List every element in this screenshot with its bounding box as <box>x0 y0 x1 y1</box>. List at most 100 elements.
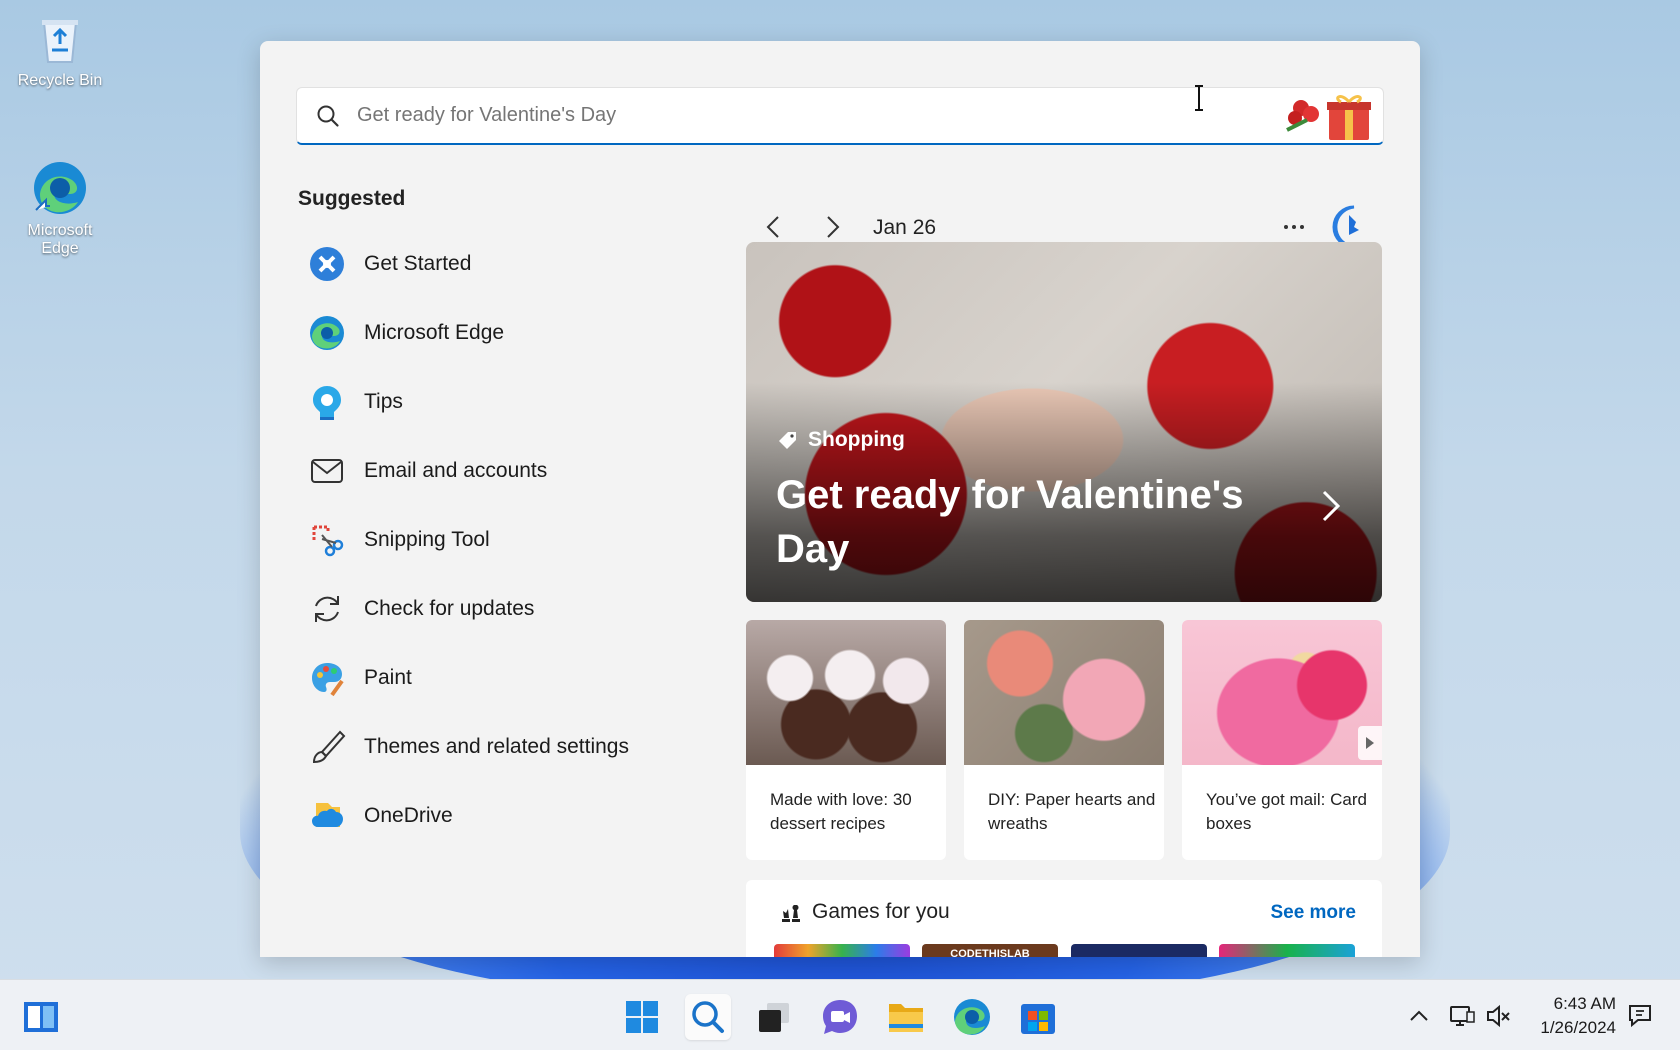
desktop-icon-recycle-bin[interactable]: Recycle Bin <box>10 10 110 90</box>
file-explorer-button[interactable] <box>883 994 929 1040</box>
chat-button[interactable] <box>817 994 863 1040</box>
card-paper-hearts[interactable]: DIY: Paper hearts and wreaths <box>964 620 1164 860</box>
scroll-right-button[interactable] <box>1358 726 1382 760</box>
games-title: Games for you <box>812 900 950 923</box>
tips-icon <box>308 383 346 421</box>
suggested-item-themes-and-related-settings[interactable]: Themes and related settings <box>308 712 688 781</box>
brush-icon <box>308 728 346 766</box>
card-card-boxes[interactable]: You’ve got mail: Card boxes <box>1182 620 1382 860</box>
chat-icon <box>823 1000 857 1034</box>
suggested-item-email-and-accounts[interactable]: Email and accounts <box>308 436 688 505</box>
suggested-item-onedrive[interactable]: OneDrive <box>308 781 688 850</box>
highlight-date: Jan 26 <box>873 216 937 239</box>
file-explorer-icon <box>889 1004 923 1032</box>
next-button[interactable] <box>814 209 850 245</box>
taskbar-search-button[interactable] <box>685 994 731 1040</box>
suggested-item-snipping-tool[interactable]: Snipping Tool <box>308 505 688 574</box>
tag-icon <box>779 432 796 449</box>
suggested-item-check-for-updates[interactable]: Check for updates <box>308 574 688 643</box>
card-caption: You’ve got mail: Card boxes <box>1206 790 1367 833</box>
start-button[interactable] <box>619 994 665 1040</box>
game-thumbnail[interactable] <box>1071 944 1207 957</box>
clock-date: 1/26/2024 <box>1540 1018 1616 1037</box>
search-icon <box>315 103 341 129</box>
desktop-icon-edge[interactable]: Microsoft Edge <box>10 160 110 258</box>
edge-icon <box>954 999 990 1035</box>
suggested-item-label: Get Started <box>364 251 472 275</box>
hero-headline: Get ready for Valentine's Day <box>776 473 1244 571</box>
paint-icon <box>308 659 346 697</box>
edge-taskbar-button[interactable] <box>949 994 995 1040</box>
suggested-item-label: Check for updates <box>364 596 535 620</box>
games-heading: Games for you <box>778 900 950 924</box>
chevron-right-icon[interactable] <box>1316 486 1346 526</box>
chevron-up-icon <box>1410 1010 1428 1021</box>
card-thumbnail <box>964 620 1164 765</box>
desktop-icon-label: Recycle Bin <box>17 72 103 89</box>
see-more-link[interactable]: See more <box>1270 902 1356 924</box>
notification-center-button[interactable] <box>1626 1002 1654 1030</box>
hero-category: Shopping <box>778 428 905 452</box>
onedrive-icon <box>308 797 346 835</box>
suggested-item-label: Themes and related settings <box>364 734 629 758</box>
suggested-list: Get Started Microsoft Edge Tips Email an… <box>308 246 688 884</box>
ellipsis-icon <box>1284 225 1304 229</box>
show-hidden-icons-button[interactable] <box>1405 1002 1433 1030</box>
hero-category-label: Shopping <box>808 428 905 451</box>
search-box[interactable] <box>296 87 1384 145</box>
games-section: Games for you See more CODETHISLAB <box>746 880 1382 957</box>
suggested-item-label: Microsoft Edge <box>364 320 505 344</box>
taskbar: 6:43 AM 1/26/2024 <box>0 979 1680 1050</box>
edge-icon <box>32 160 88 216</box>
text-cursor-icon <box>1195 85 1203 111</box>
clock-time: 6:43 AM <box>1553 994 1616 1013</box>
card-thumbnail <box>1182 620 1382 765</box>
refresh-icon <box>308 590 346 628</box>
mail-icon <box>308 452 346 490</box>
volume-button[interactable] <box>1485 1002 1513 1030</box>
card-thumbnail <box>746 620 946 765</box>
card-caption: Made with love: 30 dessert recipes <box>770 790 912 833</box>
suggested-item-tips[interactable]: Tips <box>308 367 688 436</box>
suggested-item-label: OneDrive <box>364 803 453 827</box>
widgets-icon <box>24 1002 58 1032</box>
more-options-button[interactable] <box>1276 211 1312 243</box>
game-thumbnail[interactable] <box>774 944 910 957</box>
suggested-item-get-started[interactable]: Get Started <box>308 229 688 298</box>
store-button[interactable] <box>1015 994 1061 1040</box>
task-view-button[interactable] <box>751 994 797 1040</box>
get-started-icon <box>308 245 346 283</box>
chevron-left-icon <box>766 216 779 238</box>
clock[interactable]: 6:43 AM 1/26/2024 <box>1530 992 1616 1040</box>
card-caption: DIY: Paper hearts and wreaths <box>988 790 1156 833</box>
edge-icon <box>308 314 346 352</box>
chess-icon <box>782 905 800 922</box>
desktop-icon-label: Microsoft Edge <box>27 222 93 257</box>
chevron-right-icon <box>827 216 840 238</box>
volume-muted-icon <box>1487 1004 1510 1028</box>
suggested-item-label: Snipping Tool <box>364 527 490 551</box>
network-icon <box>1450 1006 1475 1026</box>
caret-right-icon <box>1366 737 1374 749</box>
store-icon <box>1021 1004 1055 1034</box>
suggested-item-label: Paint <box>364 665 412 689</box>
snipping-tool-icon <box>308 521 346 559</box>
start-icon <box>626 1001 658 1033</box>
search-input[interactable] <box>357 104 1279 127</box>
previous-button[interactable] <box>756 209 792 245</box>
suggested-item-label: Tips <box>364 389 403 413</box>
valentine-gift-icon <box>1279 90 1375 142</box>
card-dessert-recipes[interactable]: Made with love: 30 dessert recipes <box>746 620 946 860</box>
suggested-item-label: Email and accounts <box>364 458 548 482</box>
network-button[interactable] <box>1448 1002 1476 1030</box>
notification-icon <box>1629 1005 1651 1028</box>
task-view-icon <box>759 1003 789 1032</box>
game-thumbnail[interactable] <box>1219 944 1355 957</box>
search-panel: Suggested Get Started Microsoft Edge Tip… <box>260 41 1420 957</box>
widgets-button[interactable] <box>18 994 64 1040</box>
hero-card[interactable]: Shopping Get ready for Valentine's Day <box>746 242 1382 602</box>
game-thumbnail[interactable]: CODETHISLAB <box>922 944 1058 957</box>
suggested-item-microsoft-edge[interactable]: Microsoft Edge <box>308 298 688 367</box>
suggested-item-paint[interactable]: Paint <box>308 643 688 712</box>
highlight-cards: Made with love: 30 dessert recipes DIY: … <box>746 620 1382 860</box>
